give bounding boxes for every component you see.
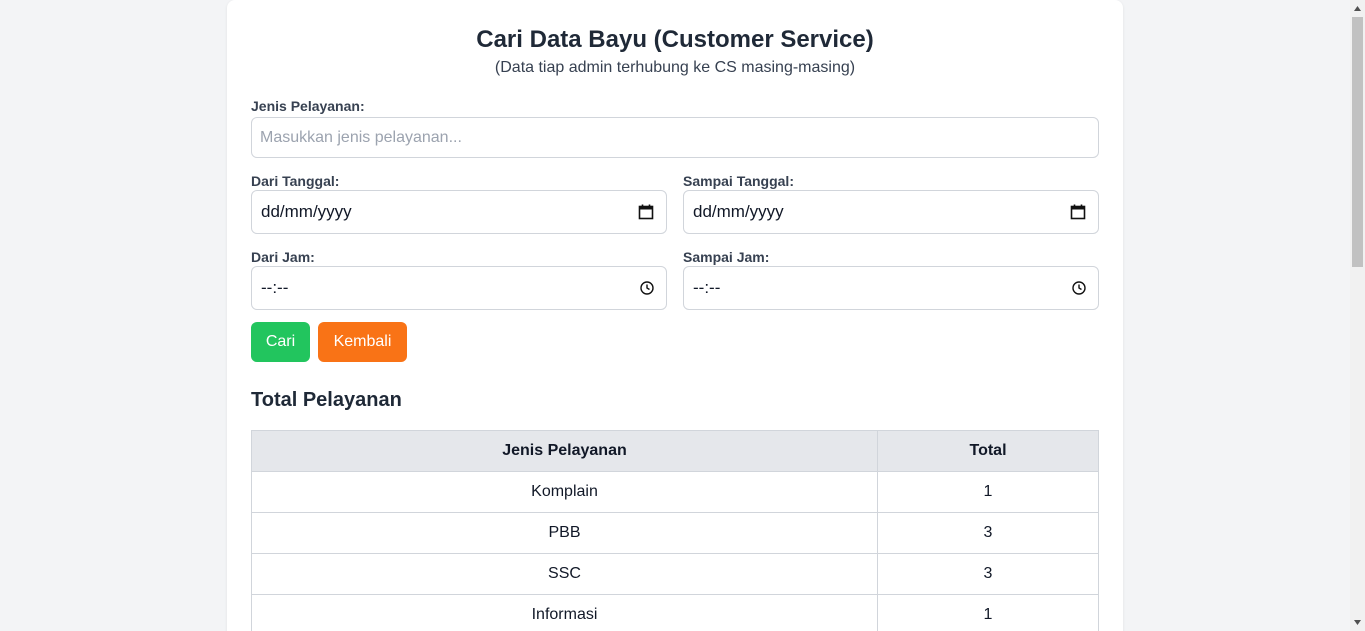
cell-jenis: SSC bbox=[251, 553, 878, 595]
table-row: Komplain 1 bbox=[251, 471, 1099, 513]
scrollbar-thumb[interactable] bbox=[1352, 17, 1363, 267]
dari-jam-input[interactable]: --:-- bbox=[251, 266, 667, 310]
table-header-row: Jenis Pelayanan Total bbox=[251, 430, 1099, 472]
cell-total: 1 bbox=[877, 471, 1099, 513]
cell-jenis: PBB bbox=[251, 512, 878, 554]
page: Cari Data Bayu (Customer Service) (Data … bbox=[0, 0, 1365, 631]
scroll-up-arrow-icon[interactable] bbox=[1350, 0, 1365, 17]
column-header-jenis: Jenis Pelayanan bbox=[251, 430, 878, 472]
table-row: Informasi 1 bbox=[251, 594, 1099, 631]
dari-tanggal-value: dd/mm/yyyy bbox=[261, 202, 352, 221]
scroll-down-arrow-icon[interactable] bbox=[1350, 614, 1365, 631]
clock-icon[interactable] bbox=[1072, 281, 1086, 295]
sampai-tanggal-label: Sampai Tanggal: bbox=[683, 173, 794, 189]
sampai-jam-input[interactable]: --:-- bbox=[683, 266, 1099, 310]
total-pelayanan-table: Jenis Pelayanan Total Komplain 1 PBB 3 S… bbox=[251, 430, 1099, 631]
kembali-button[interactable]: Kembali bbox=[318, 322, 407, 362]
cell-total: 3 bbox=[877, 512, 1099, 554]
page-subtitle: (Data tiap admin terhubung ke CS masing-… bbox=[494, 59, 856, 76]
calendar-icon[interactable] bbox=[1070, 204, 1086, 220]
cell-total: 3 bbox=[877, 553, 1099, 595]
page-title: Cari Data Bayu (Customer Service) bbox=[476, 26, 874, 53]
sampai-jam-value: --:-- bbox=[693, 278, 721, 297]
search-card: Cari Data Bayu (Customer Service) (Data … bbox=[227, 0, 1123, 631]
cell-jenis: Informasi bbox=[251, 594, 878, 631]
table-row: PBB 3 bbox=[251, 512, 1099, 554]
sampai-tanggal-value: dd/mm/yyyy bbox=[693, 202, 784, 221]
dari-jam-value: --:-- bbox=[261, 278, 289, 297]
jenis-pelayanan-label: Jenis Pelayanan: bbox=[251, 98, 365, 114]
column-header-total: Total bbox=[877, 430, 1099, 472]
dari-jam-label: Dari Jam: bbox=[251, 249, 315, 265]
dari-tanggal-label: Dari Tanggal: bbox=[251, 173, 340, 189]
cell-jenis: Komplain bbox=[251, 471, 878, 513]
cari-button[interactable]: Cari bbox=[251, 322, 310, 362]
calendar-icon[interactable] bbox=[638, 204, 654, 220]
cell-total: 1 bbox=[877, 594, 1099, 631]
sampai-jam-label: Sampai Jam: bbox=[683, 249, 770, 265]
clock-icon[interactable] bbox=[640, 281, 654, 295]
sampai-tanggal-input[interactable]: dd/mm/yyyy bbox=[683, 190, 1099, 234]
table-row: SSC 3 bbox=[251, 553, 1099, 595]
dari-tanggal-input[interactable]: dd/mm/yyyy bbox=[251, 190, 667, 234]
vertical-scrollbar[interactable] bbox=[1350, 0, 1365, 631]
total-pelayanan-title: Total Pelayanan bbox=[251, 389, 402, 411]
jenis-pelayanan-input[interactable] bbox=[251, 117, 1099, 158]
